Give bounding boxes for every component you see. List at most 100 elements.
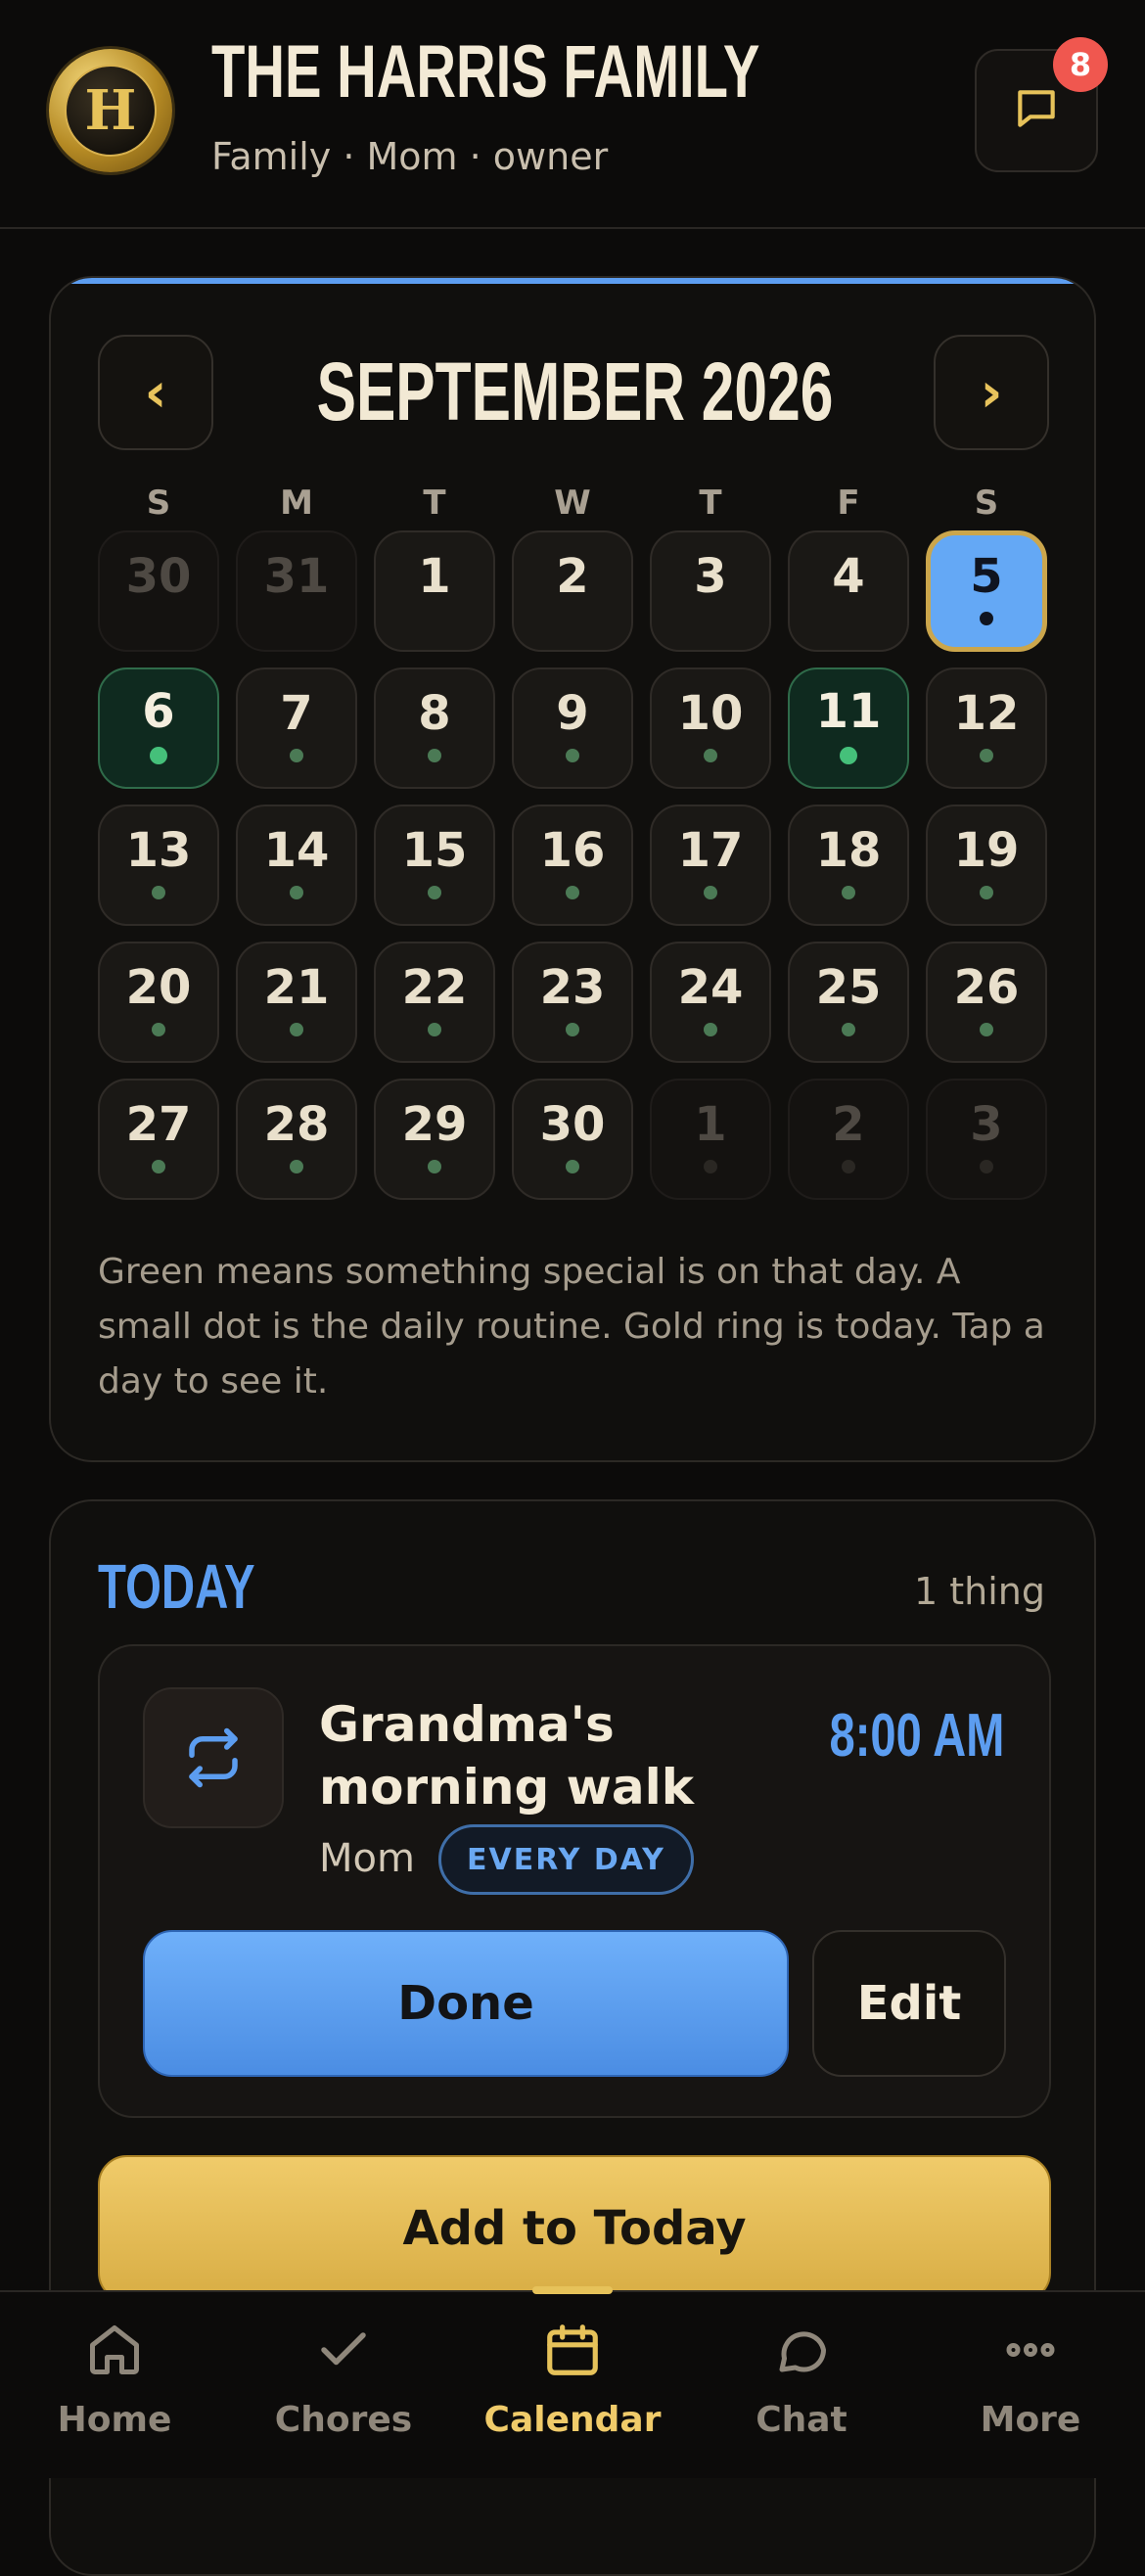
day-number: 15 (401, 823, 468, 878)
tab-more[interactable]: More (916, 2314, 1145, 2461)
calendar-icon (542, 2314, 603, 2386)
today-title: TODAY (98, 1551, 255, 1622)
calendar-day[interactable]: 3 (650, 530, 771, 652)
routine-dot (842, 1160, 855, 1173)
routine-dot (566, 1023, 579, 1036)
calendar-day[interactable]: 9 (512, 667, 633, 789)
calendar-card: ‹ SEPTEMBER 2026 › SMTWTFS 30 31 1 2 3 4 5 6 7 8 9… (49, 276, 1096, 1462)
day-number: 24 (677, 960, 744, 1015)
calendar-day[interactable]: 25 (788, 942, 909, 1063)
day-number: 26 (953, 960, 1020, 1015)
calendar-day[interactable]: 26 (926, 942, 1047, 1063)
more-icon (1001, 2314, 1060, 2386)
calendar-day[interactable]: 29 (374, 1079, 495, 1200)
routine-dot (704, 1160, 717, 1173)
routine-dot (980, 612, 993, 625)
routine-dot (566, 749, 579, 762)
app-header: H THE HARRIS FAMILY Family · Mom · owner… (0, 0, 1145, 229)
day-number: 7 (280, 686, 313, 741)
day-number: 21 (263, 960, 330, 1015)
weekday-label: T (699, 483, 722, 523)
day-number: 2 (832, 1097, 865, 1152)
calendar-day[interactable]: 11 (788, 667, 909, 789)
day-number: 4 (832, 549, 865, 604)
calendar-day[interactable]: 16 (512, 805, 633, 926)
calendar-day[interactable]: 23 (512, 942, 633, 1063)
day-number: 2 (556, 549, 589, 604)
calendar-day[interactable]: 13 (98, 805, 219, 926)
done-button[interactable]: Done (143, 1930, 789, 2077)
calendar-day[interactable]: 21 (236, 942, 357, 1063)
routine-dot (980, 1023, 993, 1036)
calendar-day[interactable]: 12 (926, 667, 1047, 789)
task-title: Grandma's morning walk (319, 1696, 694, 1816)
day-number: 3 (970, 1097, 1003, 1152)
calendar-day[interactable]: 24 (650, 942, 771, 1063)
calendar-day[interactable]: 31 (236, 530, 357, 652)
day-number: 22 (401, 960, 468, 1015)
weekday-label: S (146, 483, 171, 523)
routine-dot (842, 886, 855, 899)
day-number: 19 (953, 823, 1020, 878)
calendar-day[interactable]: 6 (98, 667, 219, 789)
routine-dot (428, 749, 441, 762)
add-to-today-button[interactable]: Add to Today (98, 2155, 1051, 2302)
calendar-day[interactable]: 4 (788, 530, 909, 652)
calendar-day[interactable]: 30 (512, 1079, 633, 1200)
calendar-day[interactable]: 10 (650, 667, 771, 789)
routine-dot (290, 1023, 303, 1036)
calendar-day[interactable]: 1 (650, 1079, 771, 1200)
edit-button[interactable]: Edit (812, 1930, 1006, 2077)
calendar-day[interactable]: 22 (374, 942, 495, 1063)
tab-more-label: More (980, 2400, 1081, 2440)
calendar-day[interactable]: 28 (236, 1079, 357, 1200)
day-number: 11 (815, 684, 882, 739)
weekday-label: T (423, 483, 446, 523)
routine-dot (566, 1160, 579, 1173)
calendar-day[interactable]: 7 (236, 667, 357, 789)
calendar-day[interactable]: 30 (98, 530, 219, 652)
day-number: 30 (125, 549, 192, 604)
day-number: 25 (815, 960, 882, 1015)
calendar-day[interactable]: 19 (926, 805, 1047, 926)
routine-dot (290, 1160, 303, 1173)
calendar-day[interactable]: 27 (98, 1079, 219, 1200)
calendar-day[interactable]: 18 (788, 805, 909, 926)
calendar-day[interactable]: 17 (650, 805, 771, 926)
tab-bar: Home Chores Calendar Chat More (0, 2286, 1145, 2478)
calendar-day[interactable]: 15 (374, 805, 495, 926)
day-number: 13 (125, 823, 192, 878)
check-icon (314, 2314, 373, 2386)
routine-dot (290, 749, 303, 762)
weekday-label: S (974, 483, 999, 523)
tab-chat[interactable]: Chat (687, 2314, 916, 2461)
tab-calendar-label: Calendar (483, 2400, 662, 2440)
calendar-day-today[interactable]: 5 (926, 530, 1047, 652)
calendar-day[interactable]: 2 (788, 1079, 909, 1200)
calendar-day[interactable]: 3 (926, 1079, 1047, 1200)
day-number: 1 (694, 1097, 727, 1152)
task-card[interactable]: Grandma's morning walk 8:00 AM Mom EVERY… (98, 1644, 1051, 2118)
family-subtitle: Family · Mom · owner (211, 135, 609, 178)
weekday-label: M (280, 483, 313, 523)
calendar-day[interactable]: 8 (374, 667, 495, 789)
day-number: 27 (125, 1097, 192, 1152)
tab-home[interactable]: Home (0, 2314, 229, 2461)
day-number: 30 (539, 1097, 606, 1152)
tab-calendar[interactable]: Calendar (458, 2314, 687, 2461)
day-number: 17 (677, 823, 744, 878)
special-event-dot (150, 747, 167, 764)
next-month-button[interactable]: › (934, 335, 1049, 450)
home-icon (85, 2314, 144, 2386)
day-number: 5 (970, 549, 1003, 604)
calendar-day[interactable]: 1 (374, 530, 495, 652)
calendar-day[interactable]: 14 (236, 805, 357, 926)
tab-home-label: Home (57, 2400, 172, 2440)
tab-chores[interactable]: Chores (229, 2314, 458, 2461)
weekday-label: W (554, 483, 591, 523)
routine-dot (152, 1023, 165, 1036)
day-number: 18 (815, 823, 882, 878)
calendar-day[interactable]: 20 (98, 942, 219, 1063)
calendar-day[interactable]: 2 (512, 530, 633, 652)
active-tab-indicator (532, 2286, 613, 2294)
